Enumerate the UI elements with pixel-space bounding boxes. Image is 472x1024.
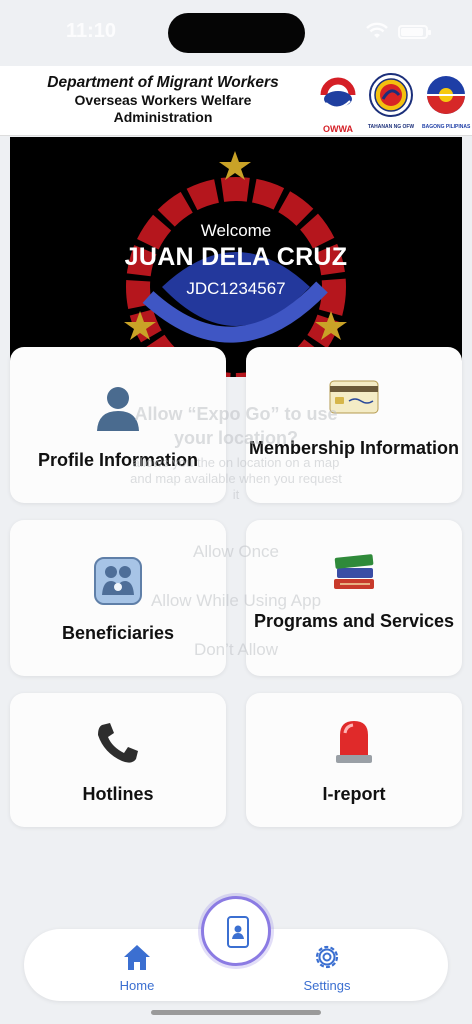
dont-allow-button[interactable]: Don’t Allow bbox=[0, 640, 472, 660]
allow-while-using-button[interactable]: Allow While Using App bbox=[0, 591, 472, 611]
i-report-tile[interactable]: I-report bbox=[246, 693, 462, 827]
owwa-logo-caption: OWWA bbox=[323, 124, 353, 134]
welcome-banner: Welcome JUAN DELA CRUZ JDC1234567 bbox=[10, 137, 462, 377]
tab-settings[interactable]: Settings bbox=[292, 943, 362, 993]
welcome-text: Welcome bbox=[200, 221, 272, 240]
dmw-seal-caption: TAHANAN NG OFW bbox=[367, 124, 415, 130]
gear-icon bbox=[315, 945, 339, 969]
home-indicator bbox=[151, 1010, 321, 1015]
tab-home-label: Home bbox=[119, 978, 155, 993]
owwa-logo: OWWA bbox=[314, 73, 362, 134]
bagong-pilipinas-caption: BAGONG PILIPINAS bbox=[422, 124, 471, 130]
department-name: Department of Migrant Workers bbox=[47, 74, 279, 91]
home-icon bbox=[124, 945, 150, 970]
id-card-icon bbox=[227, 916, 249, 948]
status-time: 11:10 bbox=[66, 20, 117, 42]
hotlines-label: Hotlines bbox=[82, 784, 154, 804]
app-header: Department of Migrant Workers Overseas W… bbox=[0, 66, 472, 136]
header-title: Department of Migrant Workers Overseas W… bbox=[28, 74, 298, 126]
id-card-button[interactable] bbox=[201, 896, 271, 966]
location-permission-message: allows you the on location on a map and … bbox=[130, 455, 342, 502]
location-permission-title: Allow “Expo Go” to use your location? bbox=[134, 404, 338, 448]
tab-home[interactable]: Home bbox=[102, 943, 172, 993]
dmw-seal: TAHANAN NG OFW bbox=[367, 73, 415, 130]
tab-settings-label: Settings bbox=[303, 978, 351, 993]
i-report-label: I-report bbox=[322, 784, 386, 804]
bagong-pilipinas-logo: BAGONG PILIPINAS bbox=[422, 73, 470, 130]
dynamic-island bbox=[168, 13, 305, 53]
member-id: JDC1234567 bbox=[186, 279, 286, 298]
member-name: JUAN DELA CRUZ bbox=[124, 243, 348, 271]
status-bar: 11:10 bbox=[0, 0, 472, 64]
allow-once-button[interactable]: Allow Once bbox=[0, 542, 472, 562]
telephone-icon bbox=[98, 723, 138, 763]
wifi-icon bbox=[366, 22, 388, 38]
programs-and-services-label: Programs and Services bbox=[253, 611, 455, 631]
agency-name-line2: Administration bbox=[113, 109, 213, 125]
battery-icon bbox=[398, 25, 431, 39]
hotlines-tile[interactable]: Hotlines bbox=[10, 693, 226, 827]
agency-name-line1: Overseas Workers Welfare bbox=[74, 92, 252, 108]
siren-icon bbox=[336, 721, 372, 763]
